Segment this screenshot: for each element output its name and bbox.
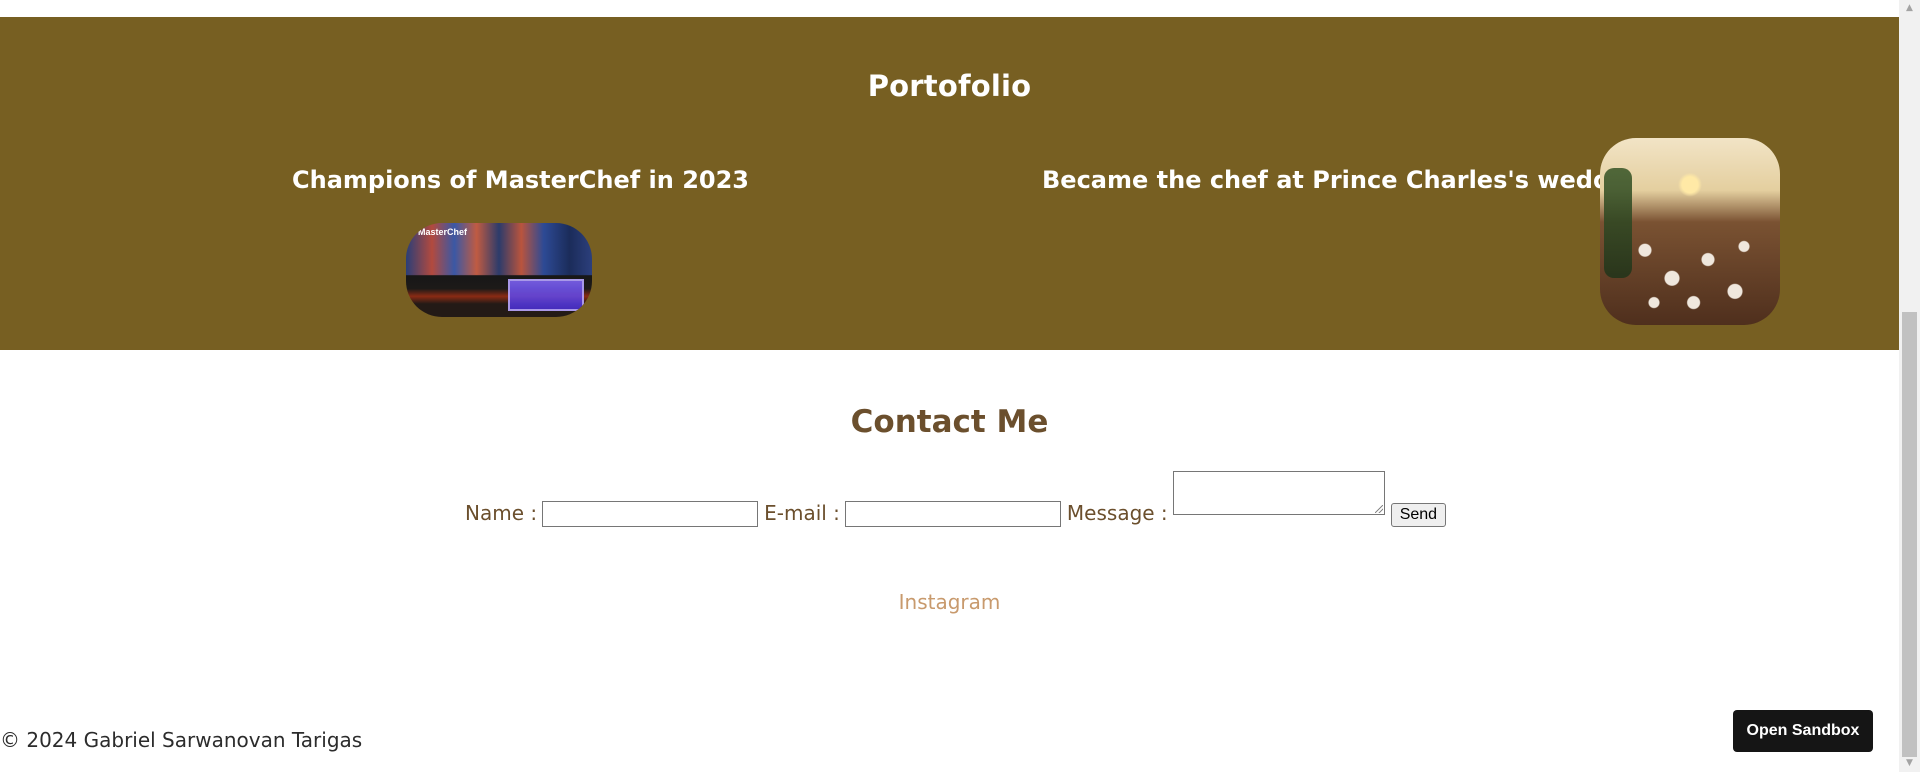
vertical-scrollbar[interactable]: ▲ ▼	[1899, 0, 1920, 772]
masterchef-sign-text: MasterChef	[418, 227, 468, 237]
wedding-tree-decor	[1604, 168, 1632, 278]
portfolio-item-title-masterchef: Champions of MasterChef in 2023	[292, 166, 749, 194]
masterchef-photo: MasterChef	[406, 223, 592, 317]
instagram-link[interactable]: Instagram	[0, 590, 1899, 614]
page-viewport: Portofolio Champions of MasterChef in 20…	[0, 0, 1899, 772]
name-input[interactable]	[542, 501, 759, 527]
portfolio-item-title-wedding: Became the chef at Prince Charles's wedd…	[1042, 166, 1653, 194]
contact-form: Name : E-mail : Message : Send	[465, 471, 1447, 527]
scroll-thumb[interactable]	[1902, 312, 1917, 757]
message-textarea[interactable]	[1172, 471, 1385, 515]
wedding-photo	[1600, 138, 1780, 325]
send-button[interactable]: Send	[1390, 503, 1447, 527]
email-input[interactable]	[844, 501, 1061, 527]
portfolio-title: Portofolio	[867, 69, 1032, 103]
masterchef-counter	[508, 279, 584, 311]
name-label: Name :	[465, 501, 538, 525]
contact-title: Contact Me	[850, 404, 1049, 440]
message-label: Message :	[1066, 501, 1168, 525]
email-label: E-mail :	[764, 501, 840, 525]
scroll-down-arrow-icon[interactable]: ▼	[1899, 755, 1920, 772]
open-sandbox-button[interactable]: Open Sandbox	[1733, 710, 1873, 752]
footer-copyright: © 2024 Gabriel Sarwanovan Tarigas	[0, 728, 363, 752]
portfolio-section: Portofolio Champions of MasterChef in 20…	[0, 17, 1899, 350]
scroll-up-arrow-icon[interactable]: ▲	[1899, 0, 1920, 17]
